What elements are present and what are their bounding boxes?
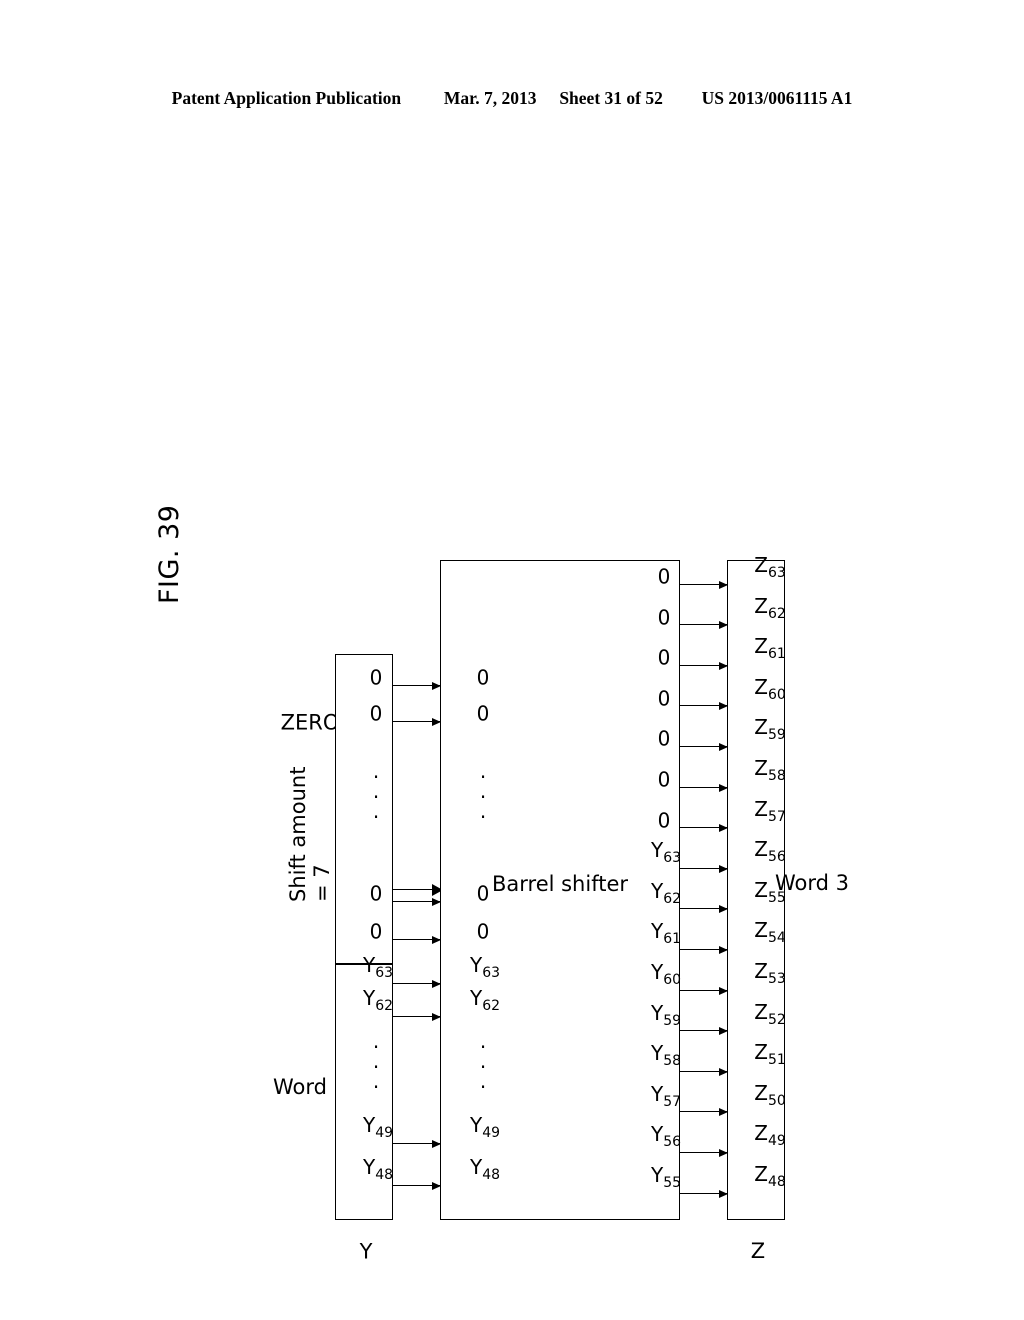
shifter-output-cell: 0: [657, 767, 671, 792]
input-zero-ellipsis-dot: ·: [372, 764, 380, 789]
input-arrow-icon: [393, 1184, 440, 1187]
output-register-cell: Z59: [754, 715, 786, 744]
barrel-shifter-label: Barrel shifter: [491, 871, 629, 896]
shifter-output-cell: Y63: [650, 838, 682, 867]
input-bus-label: Y: [359, 1239, 373, 1264]
shifter-input-ellipsis-dot: ·: [479, 764, 487, 789]
header-date: Mar. 7, 2013: [443, 88, 537, 108]
figure-label: FIG. 39: [154, 504, 185, 604]
output-arrow-icon: [680, 908, 727, 910]
shifter-input-ellipsis-dot: ·: [479, 1034, 487, 1059]
output-register-cell: Z53: [754, 959, 786, 988]
output-arrow-icon: [680, 624, 727, 626]
input-zero-cell: 0: [369, 881, 383, 906]
barrel-shifter-output-cells: Y55 Y56 Y57 Y58 Y59 Y60 Y61 Y62 Y63 0 0 0 0 0 0 0: [624, 560, 682, 1220]
input-zero-cell: 0: [369, 701, 383, 726]
header-publication: Patent Application Publication: [171, 88, 402, 108]
output-register-cell: Z56: [754, 837, 786, 866]
shift-amount-line1: Shift amount: [285, 766, 310, 902]
shifter-input-cell: Y63: [469, 952, 501, 981]
output-arrow-icon: [680, 1152, 727, 1154]
output-arrow-icon: [680, 1192, 727, 1195]
output-arrow-icon: [680, 1030, 727, 1032]
output-arrow-icon: [680, 1111, 727, 1113]
output-register-cell: Z57: [754, 796, 786, 825]
shifter-input-cell: Y62: [469, 985, 501, 1014]
shifter-output-cell: Y60: [650, 959, 682, 988]
output-register-cell: Z60: [754, 675, 786, 704]
shifter-output-cell: 0: [657, 605, 671, 630]
shifter-input-cell: Y49: [469, 1112, 501, 1141]
input-arrow-icon: [393, 982, 440, 985]
output-arrow-icon: [680, 705, 727, 707]
shift-amount-line2: = 7: [309, 864, 334, 902]
output-word-label: Word 3: [774, 870, 850, 895]
shifter-input-cell: Y48: [469, 1154, 501, 1183]
output-register-cell: Z62: [754, 593, 786, 622]
header-patent-number: US 2013/0061115 A1: [701, 88, 853, 108]
input-register-cells: Y48 Y49 · · · Y62 Y63 0 0 · · · 0 0: [335, 654, 393, 1220]
output-arrow-icon: [680, 583, 727, 586]
input-arrow-icon: [393, 938, 440, 941]
input-arrow-icon: [393, 684, 440, 687]
shifter-output-cell: Y59: [650, 1000, 682, 1029]
shifter-output-cell: 0: [657, 727, 671, 752]
input-word-ellipsis-dot: ·: [372, 1034, 380, 1059]
input-zero-cell: 0: [369, 665, 383, 690]
input-zero-label: ZERO: [280, 710, 340, 735]
shifter-output-cell: 0: [657, 564, 671, 589]
shifter-output-cell: Y56: [650, 1122, 682, 1151]
input-arrow-icon: [393, 1015, 440, 1018]
output-register-cell: Z51: [754, 1040, 786, 1069]
output-arrow-icon: [680, 786, 727, 789]
page-header: Patent Application Publication Mar. 7, 2…: [0, 88, 1024, 109]
output-register-cell: Z54: [754, 918, 786, 947]
output-register-cell: Z48: [754, 1162, 786, 1191]
barrel-shifter-input-cells: Y48 Y49 · · · Y62 Y63 0 0 · · · 0 0: [443, 654, 501, 1220]
shifter-output-cell: Y57: [650, 1081, 682, 1110]
shifter-output-cell: Y58: [650, 1041, 682, 1070]
output-bus-label: Z: [750, 1238, 766, 1263]
shift-amount-annotation: Shift amount = 7: [285, 766, 334, 902]
output-register-cell: Z49: [754, 1121, 786, 1150]
shifter-input-cell: 0: [476, 919, 490, 944]
output-arrow-icon: [680, 989, 727, 992]
input-arrow-icon: [393, 900, 440, 903]
shifter-input-cell: 0: [476, 665, 490, 690]
shifter-output-cell: 0: [657, 808, 671, 833]
input-word-cell: Y63: [362, 952, 394, 981]
figure-39-diagram: Shift amount = 7 Word 3 ZERO Y Y48 Y49 · · ·…: [273, 350, 849, 1263]
output-arrow-icon: [680, 746, 727, 748]
input-word-cell: Y48: [362, 1154, 394, 1183]
shifter-output-cell: Y62: [650, 878, 682, 907]
shifter-output-cell: 0: [657, 645, 671, 670]
output-register-cell: Z58: [754, 756, 786, 785]
header-sheet: Sheet 31 of 52: [559, 88, 663, 108]
shifter-input-cell: 0: [476, 881, 490, 906]
output-register-cell: Z52: [754, 999, 786, 1028]
shifter-input-cell: 0: [476, 701, 490, 726]
shifter-output-cell: Y61: [650, 919, 682, 948]
input-word-cell: Y49: [362, 1112, 394, 1141]
shifter-output-cell: 0: [657, 686, 671, 711]
input-word-cell: Y62: [362, 985, 394, 1014]
output-arrow-icon: [680, 949, 727, 951]
shifter-output-cell: Y55: [650, 1162, 682, 1191]
output-arrow-icon: [680, 664, 727, 667]
output-arrow-icon: [680, 867, 727, 870]
output-register-cell: Z63: [754, 553, 786, 582]
output-arrow-icon: [680, 827, 727, 829]
output-register-cell: Z61: [754, 634, 786, 663]
input-zero-cell: 0: [369, 919, 383, 944]
input-arrow-icon: [393, 1142, 440, 1145]
output-arrow-icon: [680, 1070, 727, 1073]
input-arrow-icon: [393, 720, 440, 723]
output-register-cell: Z50: [754, 1081, 786, 1110]
